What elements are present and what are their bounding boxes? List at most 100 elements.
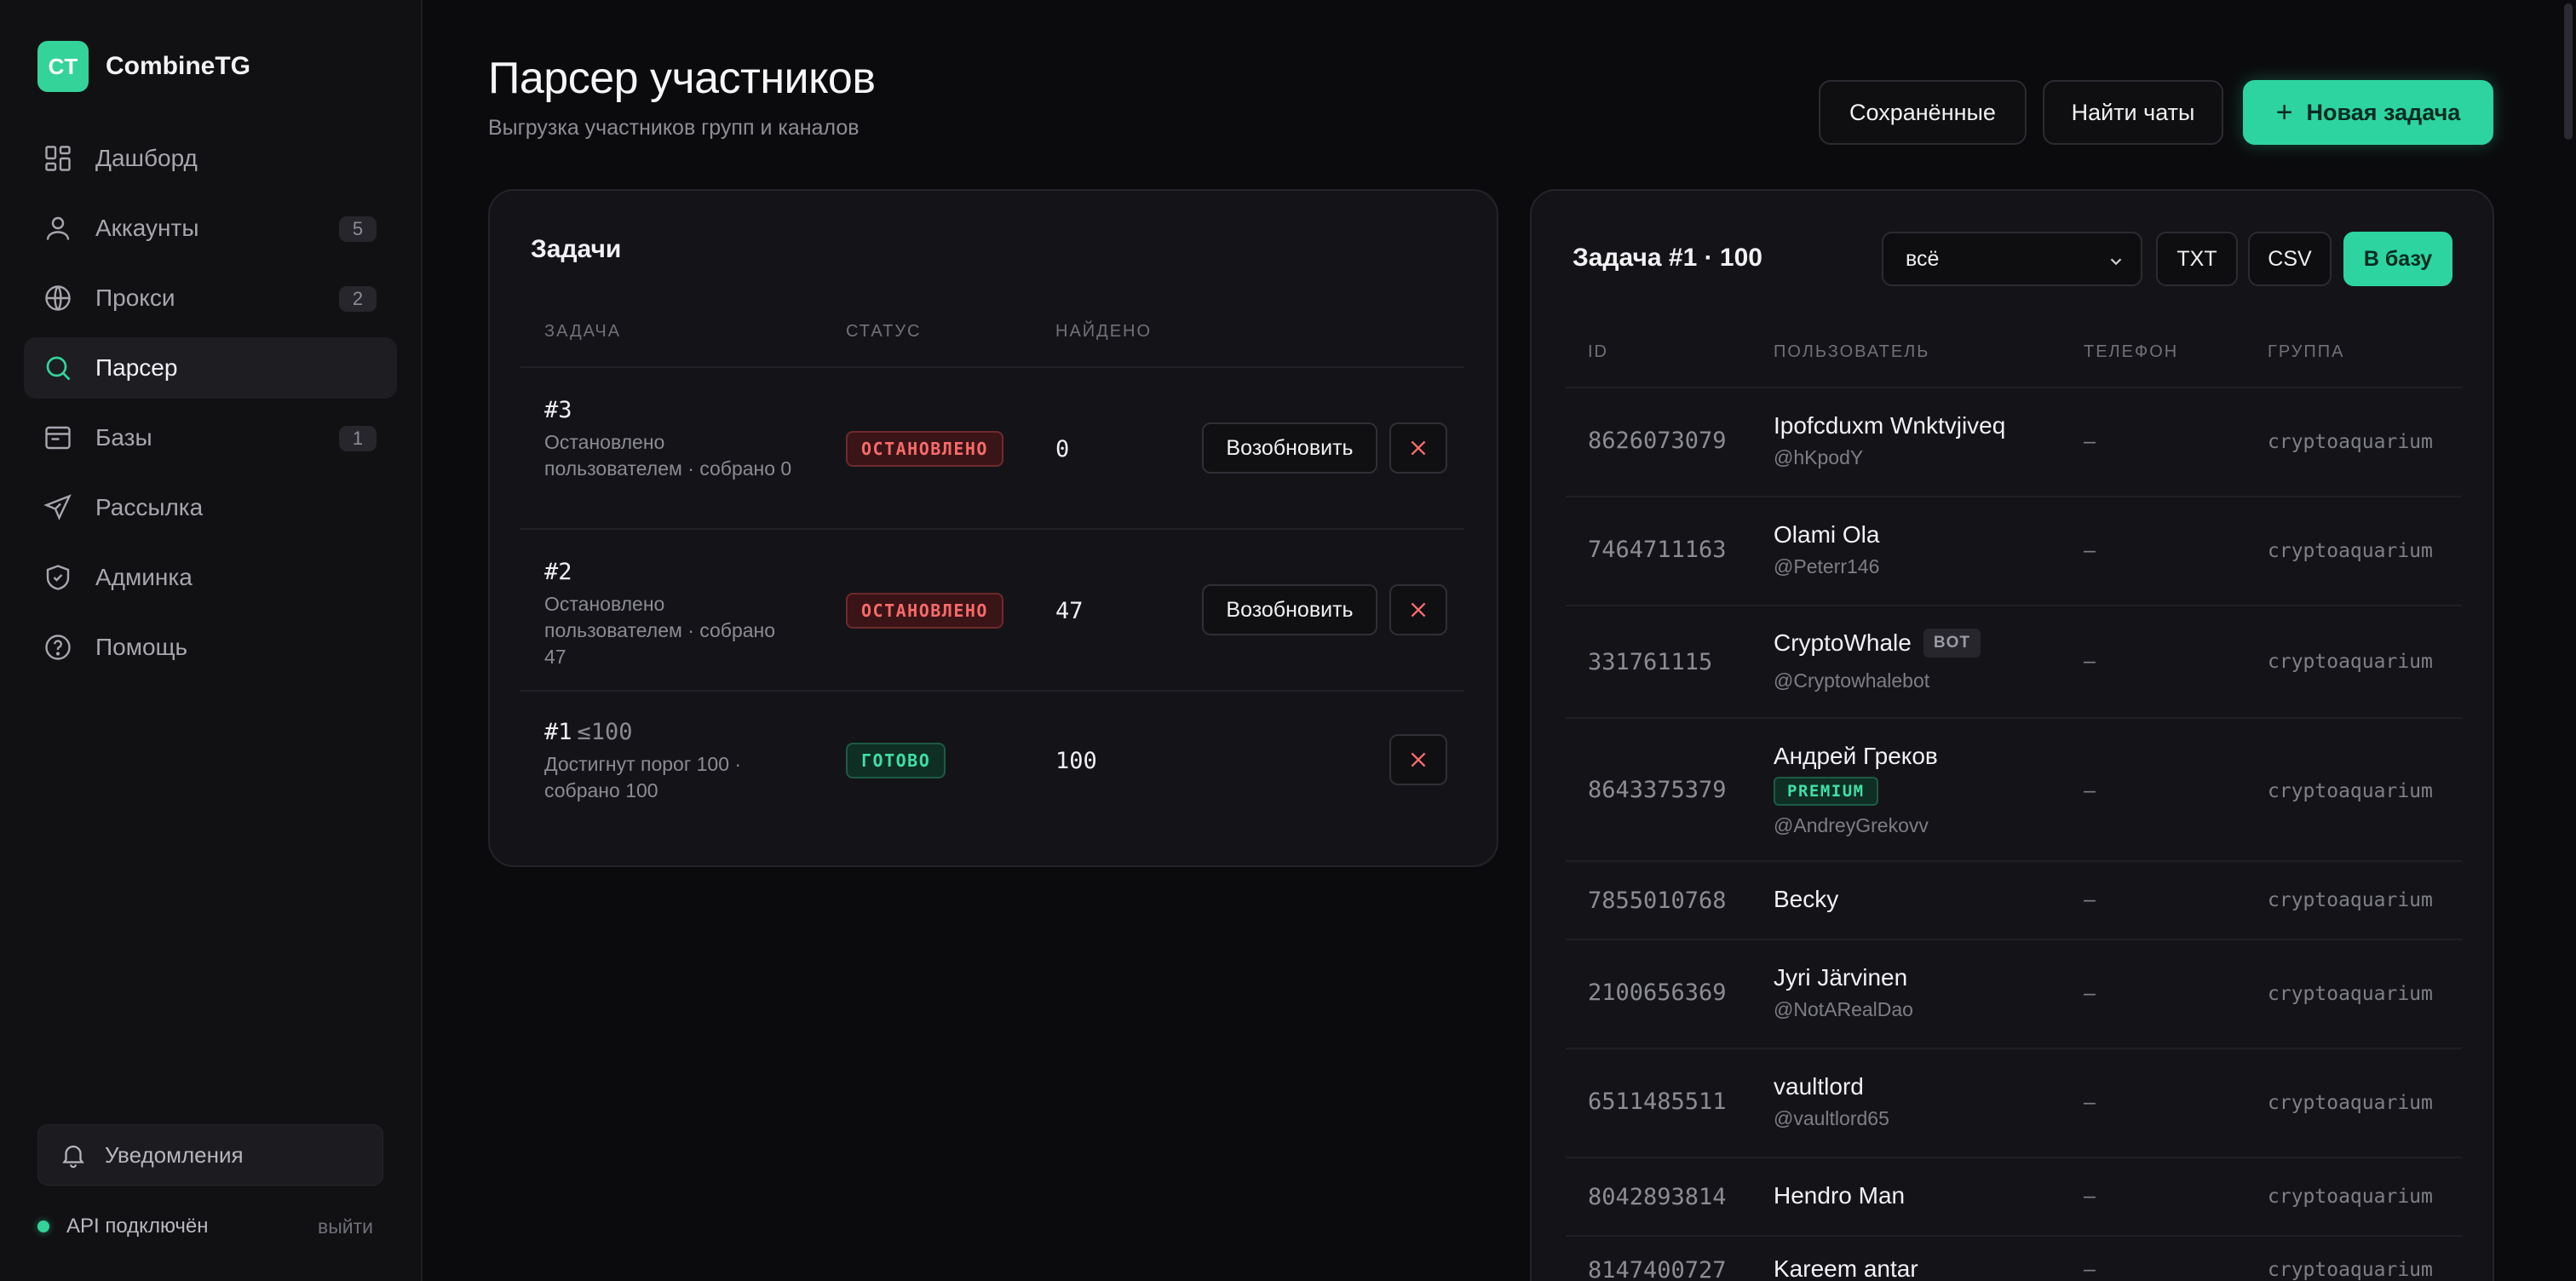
user-group: cryptoaquarium [2268,983,2433,1005]
dashboard-icon [45,146,71,171]
status-dot [37,1221,49,1232]
save-to-db-button[interactable]: В базу [2343,232,2452,286]
task-id: #1 ≤100 [544,719,633,745]
user-group: cryptoaquarium [2268,1092,2433,1114]
task-description: Остановлено пользователем · собрано 0 [544,431,792,480]
api-status-label: API подключён [66,1215,209,1238]
filter-select[interactable]: всё [1882,232,2142,286]
user-handle: @AndreyGrekovv [1774,814,1929,836]
sidebar-nav: Дашборд Аккаунты 5 Прокси 2 Парсер Базы … [24,128,397,686]
user-id: 8042893814 [1588,1184,1727,1210]
user-id: 8626073079 [1588,428,1727,454]
task-id: #2 [544,559,572,585]
table-row[interactable]: #2 Остановлено пользователем · собрано 4… [520,528,1464,690]
user-handle: @hKpodY [1774,446,1864,468]
export-csv-button[interactable]: CSV [2248,232,2332,286]
table-row[interactable]: 8042893814 Hendro Man – cryptoaquarium [1566,1157,2462,1235]
user-phone: – [2084,538,2096,562]
help-icon [45,635,71,660]
count-badge: 2 [339,286,377,312]
brand[interactable]: CT CombineTG [37,41,250,92]
notifications-label: Уведомления [105,1141,244,1168]
count-badge: 1 [339,426,377,451]
user-handle: @vaultlord65 [1774,1107,1889,1129]
table-row[interactable]: 6511485511 vaultlord @vaultlord65 – cryp… [1566,1048,2462,1157]
column-header-phone: ТЕЛЕФОН [2084,342,2179,361]
sidebar-item-label: Базы [95,424,152,451]
close-icon [1411,602,1426,618]
column-header-id: ID [1588,342,1608,361]
user-id: 8147400727 [1588,1257,1727,1281]
sidebar-item-accounts[interactable]: Аккаунты 5 [24,198,397,259]
sidebar-item-label: Админка [95,564,193,590]
user-name: Андрей Греков [1774,743,1938,769]
new-task-button[interactable]: + Новая задача [2243,80,2493,145]
sidebar-item-label: Дашборд [95,145,198,171]
found-count: 0 [1055,436,1070,462]
user-name: Becky [1774,886,1839,912]
filter-value: всё [1906,246,1940,271]
resume-button[interactable]: Возобновить [1202,584,1377,635]
plus-icon: + [2275,95,2293,129]
user-handle: @NotARealDao [1774,998,1913,1020]
result-card: Задача #1 · 100 всё TXT CSV В базу ID ПО… [1530,189,2494,1281]
bot-tag: BOT [1923,629,1981,658]
find-chats-button[interactable]: Найти чаты [2043,80,2223,145]
table-row[interactable]: 331761115 CryptoWhale BOT @Cryptowhalebo… [1566,605,2462,717]
user-phone: – [2084,981,2096,1005]
page-subtitle: Выгрузка участников групп и каналов [488,116,860,140]
user-group: cryptoaquarium [2268,889,2433,911]
sidebar-item-databases[interactable]: Базы 1 [24,407,397,468]
sidebar-item-dashboard[interactable]: Дашборд [24,128,397,189]
notifications-button[interactable]: Уведомления [37,1124,383,1186]
user-handle: @Peterr146 [1774,555,1880,577]
user-group: cryptoaquarium [2268,431,2433,453]
user-group: cryptoaquarium [2268,1259,2433,1281]
send-icon [43,494,72,520]
sidebar-item-proxy[interactable]: Прокси 2 [24,267,397,329]
export-txt-button[interactable]: TXT [2156,232,2238,286]
user-phone: – [2084,1257,2096,1281]
user-id: 2100656369 [1588,979,1727,1006]
found-count: 47 [1055,598,1084,624]
sidebar-item-label: Помощь [95,634,188,660]
page-scrollbar[interactable] [2564,0,2573,1281]
user-name: Ipofcduxm Wnktvjiveq [1774,412,2006,439]
delete-button[interactable] [1389,422,1447,474]
delete-button[interactable] [1389,584,1447,635]
column-header-group: ГРУППА [2268,342,2345,361]
table-row[interactable]: 8147400727 Kareem antar – cryptoaquarium [1566,1235,2462,1281]
user-name: CryptoWhale [1774,629,1912,656]
column-header-status: СТАТУС [846,322,922,341]
close-icon [1411,440,1426,456]
user-name-block: CryptoWhale BOT [1774,629,1981,658]
sidebar-item-mailing[interactable]: Рассылка [24,477,397,538]
delete-button[interactable] [1389,734,1447,785]
user-group: cryptoaquarium [2268,651,2433,673]
close-icon [1411,752,1426,767]
resume-button[interactable]: Возобновить [1202,422,1377,474]
table-row[interactable]: 8626073079 Ipofcduxm Wnktvjiveq @hKpodY … [1566,387,2462,496]
table-row[interactable]: 7464711163 Olami Ola @Peterr146 – crypto… [1566,496,2462,605]
new-task-label: Новая задача [2306,99,2461,125]
table-row[interactable]: 8643375379 Андрей Греков PREMIUM @Andrey… [1566,717,2462,860]
table-row[interactable]: 7855010768 Becky – cryptoaquarium [1566,860,2462,939]
chevron-down-icon [2110,258,2122,266]
saved-button[interactable]: Сохранённые [1819,80,2027,145]
task-limit: ≤100 [577,719,633,745]
logout-link[interactable]: выйти [318,1215,373,1238]
sidebar-item-admin[interactable]: Админка [24,547,397,608]
brand-logo: CT [37,41,89,92]
scrollbar-thumb[interactable] [2564,3,2573,140]
sidebar-item-help[interactable]: Помощь [24,617,397,678]
sidebar-item-parser[interactable]: Парсер [24,337,397,399]
table-row[interactable]: 2100656369 Jyri Järvinen @NotARealDao – … [1566,939,2462,1048]
brand-name: CombineTG [106,52,250,80]
table-row[interactable]: #1 ≤100 Достигнут порог 100 · собрано 100… [520,690,1464,835]
column-header-user: ПОЛЬЗОВАТЕЛЬ [1774,342,1930,361]
user-phone: – [2084,1184,2096,1208]
user-phone: – [2084,778,2096,802]
column-header-task: ЗАДАЧА [544,322,622,341]
table-row[interactable]: #3 Остановлено пользователем · собрано 0… [520,366,1464,528]
user-id: 331761115 [1588,649,1713,675]
